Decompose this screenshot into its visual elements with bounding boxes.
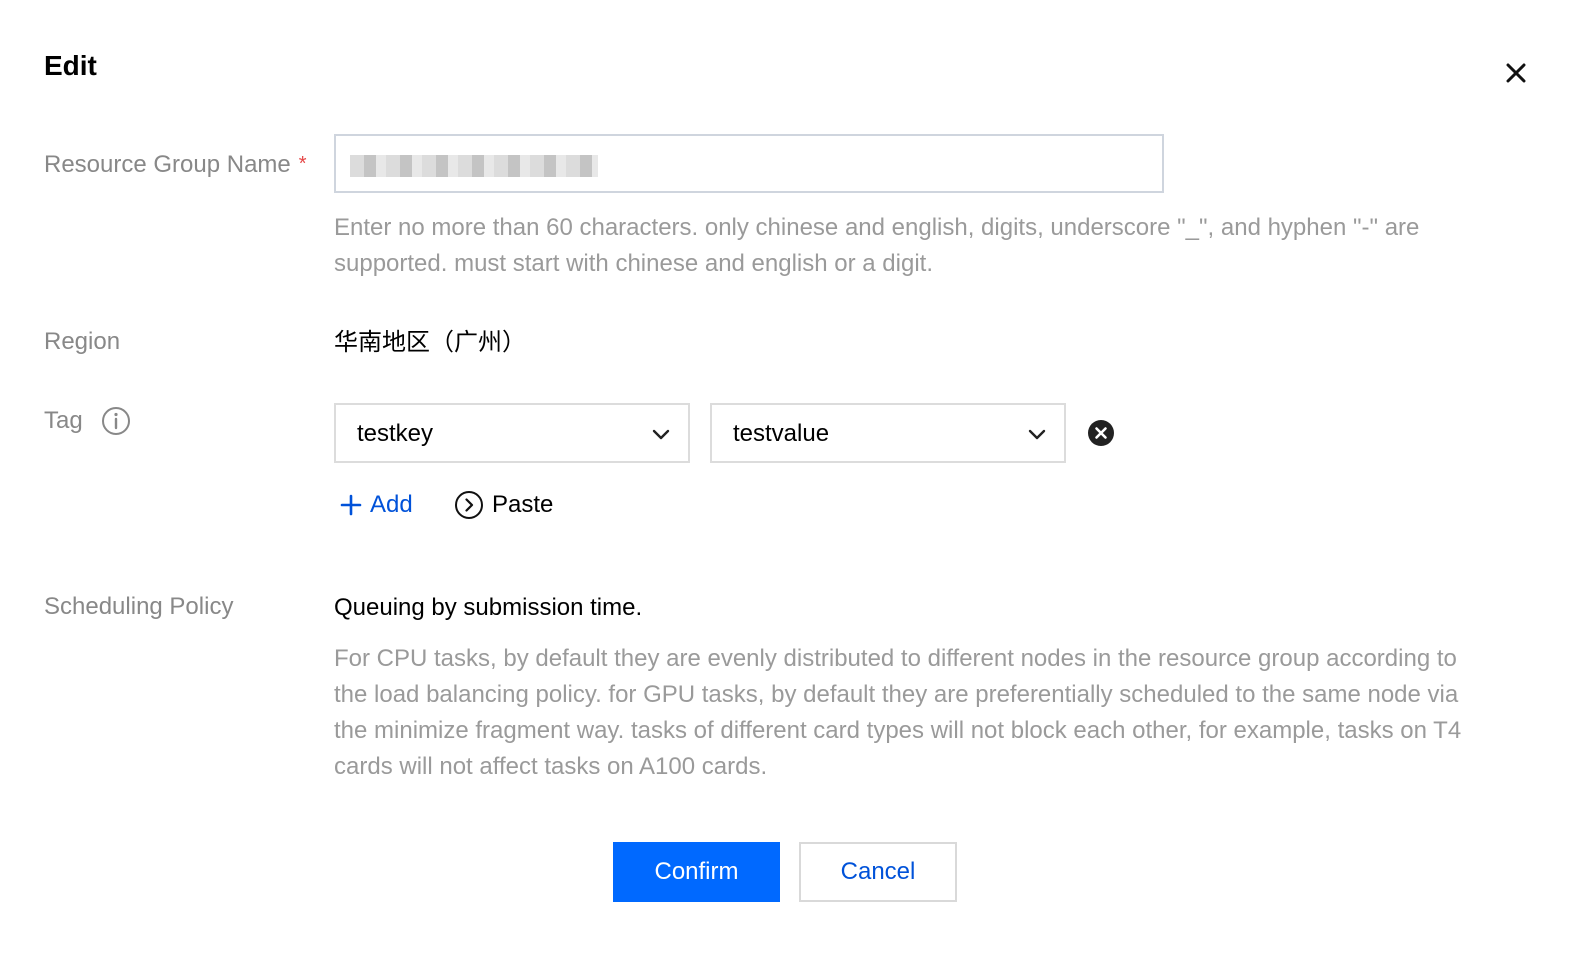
close-icon [1506,63,1526,83]
chevron-down-icon [652,429,670,440]
cancel-button[interactable]: Cancel [799,842,957,902]
remove-circle-icon [1088,420,1114,446]
edit-dialog: Edit Resource Group Name * Enter no more … [0,0,1586,956]
resource-group-name-label-text: Resource Group Name [44,151,291,178]
tag-key-select[interactable]: testkey [334,403,690,463]
paste-arrow-icon [455,491,483,519]
paste-tag-label: Paste [492,491,554,518]
tag-info-button[interactable] [100,405,132,437]
scheduling-policy-description: For CPU tasks, by default they are evenl… [334,645,1462,780]
tag-value-select[interactable]: testvalue [710,403,1066,463]
region-label: Region [44,328,121,355]
chevron-down-icon [1028,429,1046,440]
add-tag-button[interactable]: Add [340,488,413,522]
confirm-button[interactable]: Confirm [613,842,780,902]
add-tag-label: Add [370,491,413,518]
redacted-name-value [350,155,598,177]
plus-icon [340,494,362,516]
resource-group-name-input[interactable] [334,134,1164,193]
dialog-title: Edit [44,50,97,81]
paste-tag-button[interactable]: Paste [454,488,553,522]
region-value: 华南地区（广州） [334,329,526,356]
resource-group-name-label: Resource Group Name * [44,149,307,182]
info-icon [102,407,130,435]
remove-tag-button[interactable] [1087,419,1115,447]
tag-label: Tag [44,407,83,434]
scheduling-policy-label: Scheduling Policy [44,593,234,620]
resource-group-name-hint: Enter no more than 60 characters. only c… [334,214,1420,277]
required-mark: * [298,153,307,175]
tag-value-value: testvalue [733,420,830,447]
scheduling-policy-value: Queuing by submission time. [334,594,643,621]
close-button[interactable] [1498,55,1534,91]
tag-key-value: testkey [357,420,434,447]
